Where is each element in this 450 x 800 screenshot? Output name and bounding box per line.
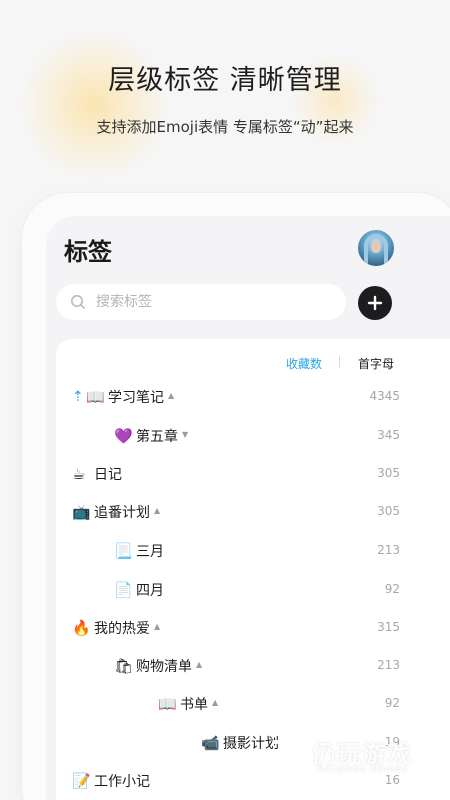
tag-label: 四月 xyxy=(136,583,164,599)
tag-row[interactable]: 📃 三月 213 xyxy=(56,537,450,567)
tag-label: 学习笔记 xyxy=(108,390,164,406)
tag-count: 213 xyxy=(377,658,400,672)
tag-count: 305 xyxy=(377,466,400,480)
avatar[interactable] xyxy=(358,230,394,266)
tag-row[interactable]: ⇡ 📖 学习笔记 ▲ 4345 xyxy=(56,383,450,413)
tag-label: 追番计划 xyxy=(94,505,150,521)
watermark: 仍玩游戏 Rengwan Games xyxy=(269,730,450,780)
tag-row[interactable]: 📖 书单 ▲ 92 xyxy=(56,690,450,720)
avatar-face-shape xyxy=(371,241,381,253)
caret-up-icon[interactable]: ▲ xyxy=(154,506,160,515)
tag-row[interactable]: 📺 追番计划 ▲ 305 xyxy=(56,498,450,528)
caret-up-icon[interactable]: ▲ xyxy=(168,391,174,400)
app-screen: 标签 收藏数 首字母 ⇡📖学习笔记▲4345💜第五章▼345☕日记305📺追番计… xyxy=(46,216,450,800)
caret-down-icon[interactable]: ▼ xyxy=(182,430,188,439)
caret-up-icon[interactable]: ▲ xyxy=(154,622,160,631)
tag-count: 345 xyxy=(377,428,400,442)
tag-label: 我的热爱 xyxy=(94,621,150,637)
tag-emoji-icon: 🛍 xyxy=(114,657,134,675)
tag-emoji-icon: ☕ xyxy=(72,465,86,483)
watermark-latin: Rengwan Games xyxy=(317,764,408,775)
tag-row[interactable]: 💜 第五章 ▼ 345 xyxy=(56,422,450,452)
tag-label: 三月 xyxy=(136,544,164,560)
tag-emoji-icon: 📖 xyxy=(86,388,105,406)
sort-by-favorites-tab[interactable]: 收藏数 xyxy=(286,355,322,372)
tag-count: 92 xyxy=(384,696,400,710)
tag-label: 日记 xyxy=(94,467,122,483)
tag-emoji-icon: 📄 xyxy=(114,581,133,599)
tag-label: 工作小记 xyxy=(94,774,150,790)
tag-count: 305 xyxy=(377,504,400,518)
pin-top-icon: ⇡ xyxy=(72,389,84,405)
sort-divider xyxy=(339,356,340,368)
tag-count: 92 xyxy=(384,582,400,596)
decorative-glow xyxy=(20,30,170,180)
plus-icon xyxy=(367,295,383,311)
caret-up-icon[interactable]: ▲ xyxy=(196,660,202,669)
tag-count: 4345 xyxy=(369,389,400,403)
tag-emoji-icon: 🔥 xyxy=(72,619,91,637)
promo-subline: 支持添加Emoji表情 专属标签“动”起来 xyxy=(96,118,354,136)
add-tag-button[interactable] xyxy=(358,286,392,320)
tag-label: 第五章 xyxy=(136,429,178,445)
tag-count: 213 xyxy=(377,543,400,557)
tag-row[interactable]: 📄 四月 92 xyxy=(56,576,450,606)
tag-emoji-icon: 📹 xyxy=(201,734,220,752)
tag-count: 315 xyxy=(377,620,400,634)
tag-emoji-icon: 📖 xyxy=(158,695,177,713)
tag-row[interactable]: ☕ 日记 305 xyxy=(56,460,450,490)
search-bar[interactable] xyxy=(56,284,346,320)
search-icon xyxy=(71,295,85,309)
tag-emoji-icon: 📝 xyxy=(72,772,91,790)
caret-up-icon[interactable]: ▲ xyxy=(212,698,218,707)
promo-headline: 层级标签 清晰管理 xyxy=(108,65,342,96)
search-input[interactable] xyxy=(96,294,316,310)
page-title: 标签 xyxy=(64,238,112,266)
tag-emoji-icon: 📃 xyxy=(114,542,133,560)
tag-row[interactable]: 🛍 购物清单 ▲ 213 xyxy=(56,652,450,682)
sort-by-initial-tab[interactable]: 首字母 xyxy=(358,355,394,372)
tag-label: 书单 xyxy=(180,697,208,713)
tag-label: 购物清单 xyxy=(136,659,192,675)
tag-row[interactable]: 🔥 我的热爱 ▲ 315 xyxy=(56,614,450,644)
tag-emoji-icon: 📺 xyxy=(72,503,91,521)
tag-emoji-icon: 💜 xyxy=(114,427,133,445)
watermark-logo-icon xyxy=(273,740,305,770)
